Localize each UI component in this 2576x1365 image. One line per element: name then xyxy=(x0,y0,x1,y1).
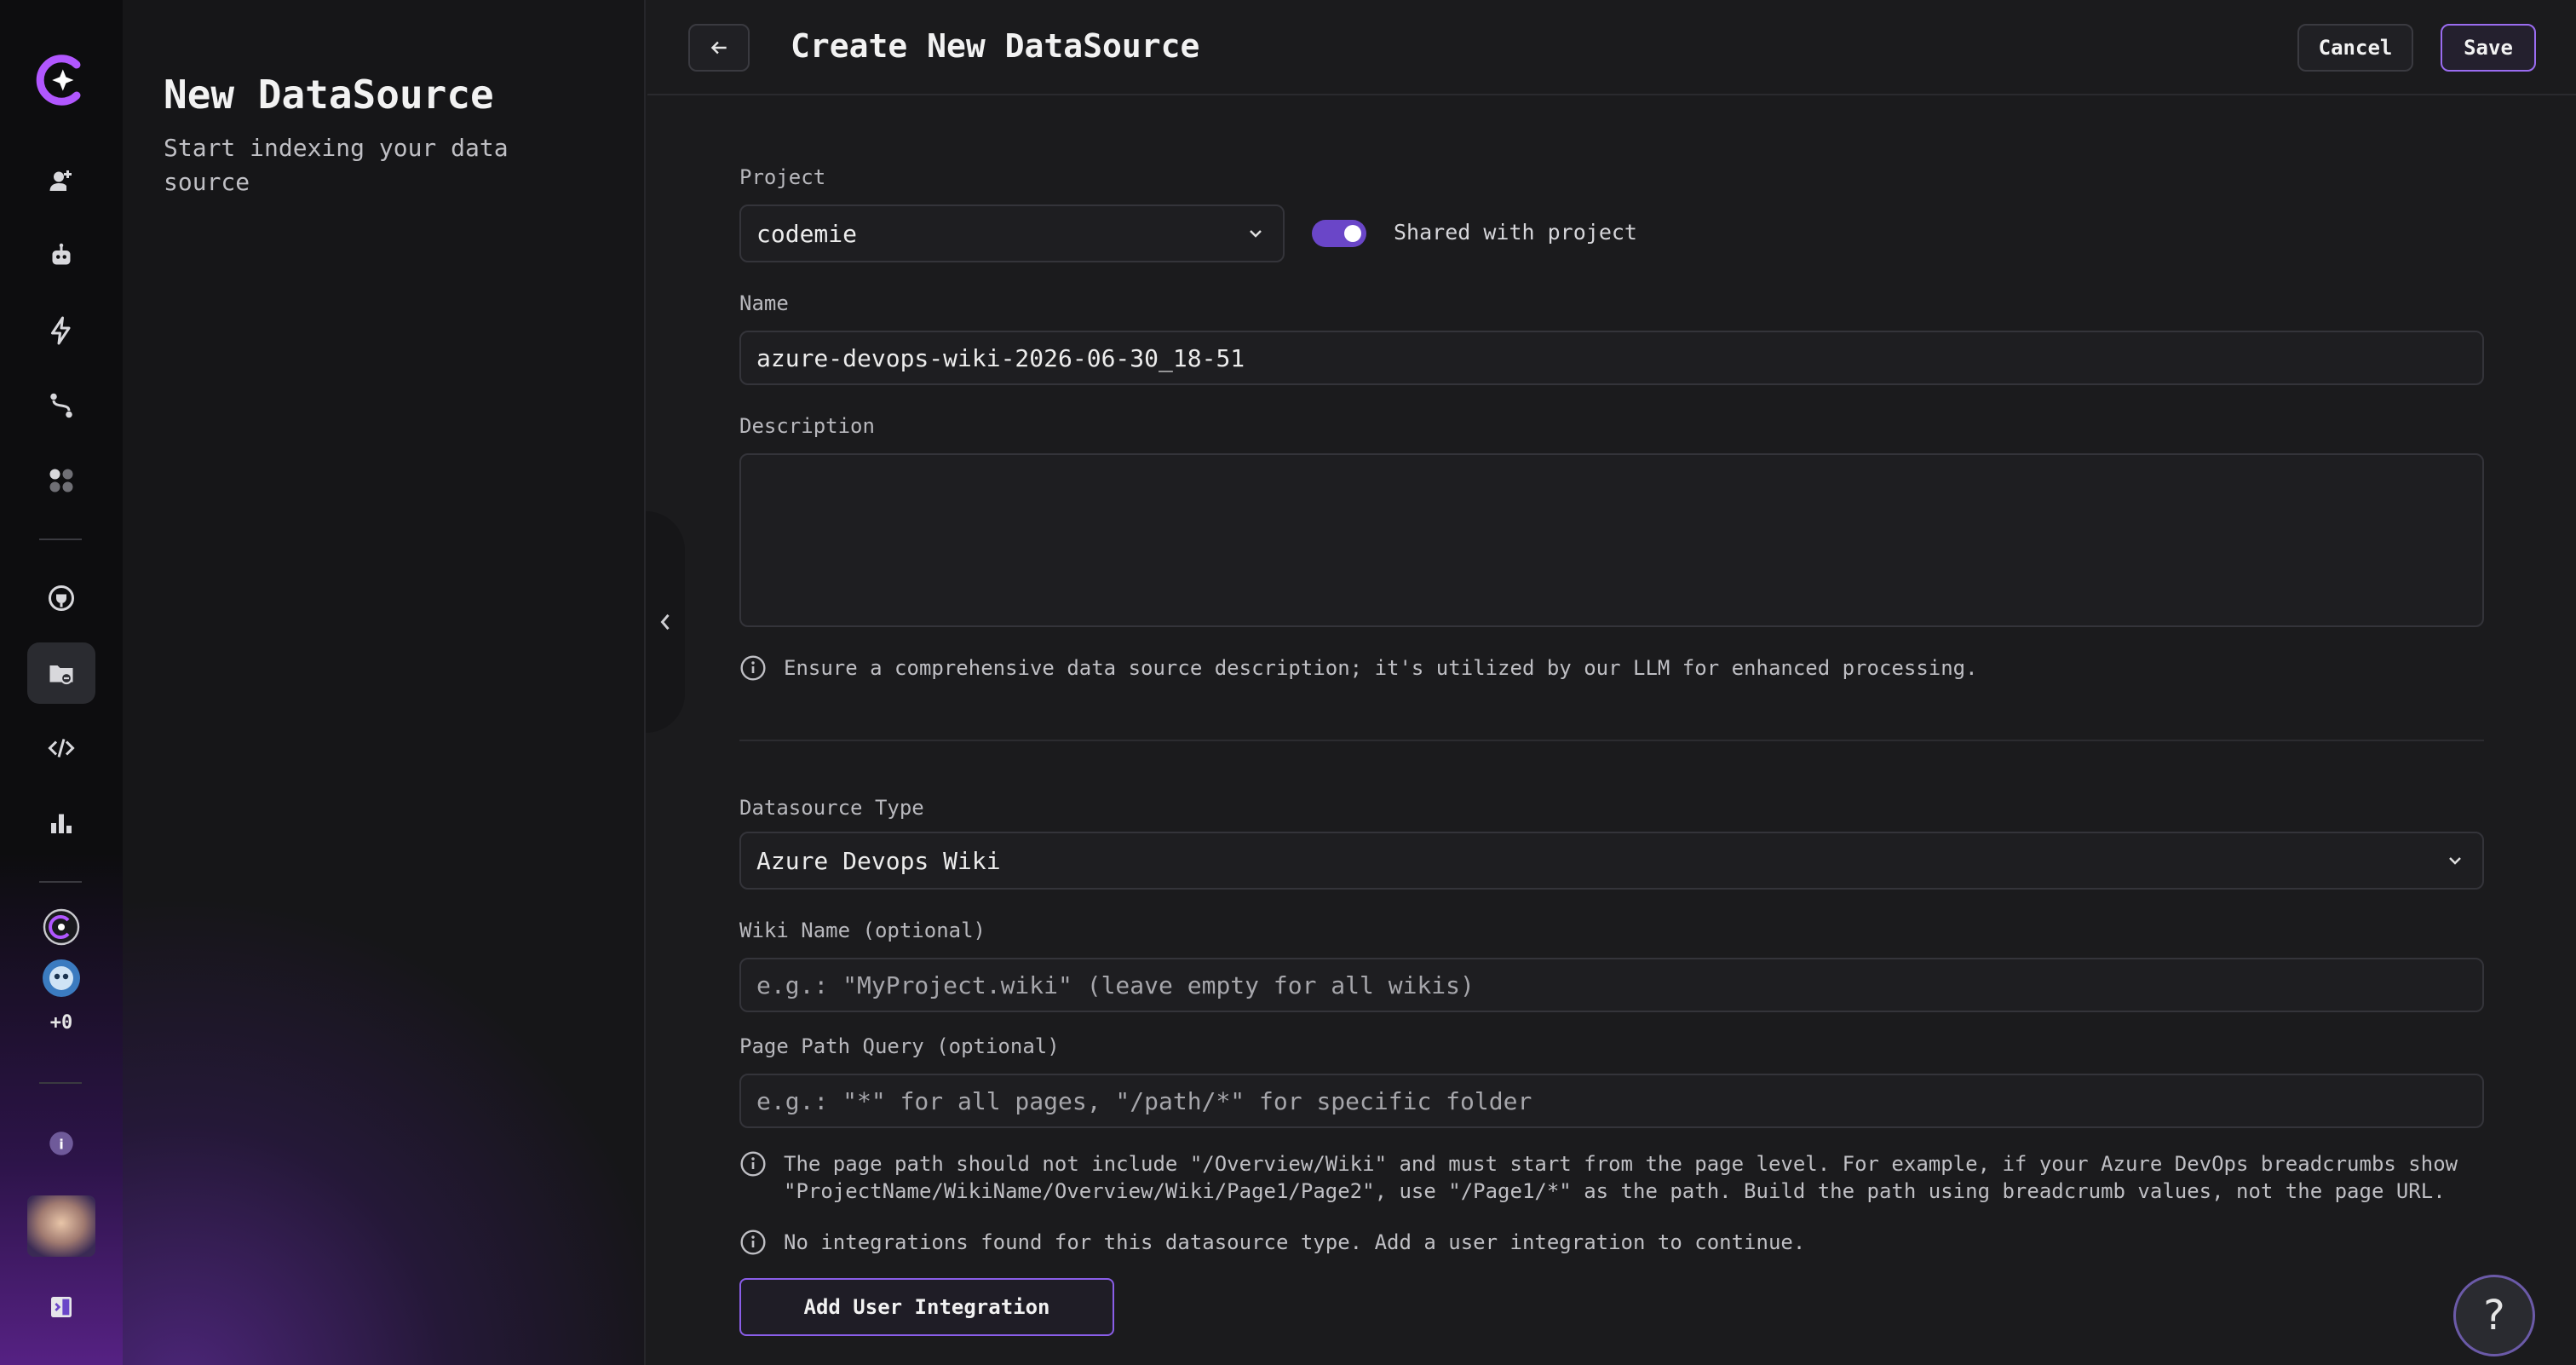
rail-divider xyxy=(39,881,82,883)
chevron-down-icon xyxy=(1250,230,1262,238)
rail-collapse[interactable] xyxy=(27,1276,95,1338)
info-icon xyxy=(740,1151,766,1177)
wiki-name-placeholder: e.g.: "MyProject.wiki" (leave empty for … xyxy=(756,970,1475,999)
rail-agents[interactable] xyxy=(27,225,95,286)
rail-code[interactable] xyxy=(27,717,95,779)
panel-subtitle: Start indexing your data source xyxy=(164,134,509,196)
workspace-count: +0 xyxy=(49,1012,73,1034)
rail-datasources[interactable] xyxy=(27,642,95,704)
analytics-icon xyxy=(51,814,72,833)
rail-workspace-avatar[interactable] xyxy=(27,947,95,1009)
rail-integrations[interactable] xyxy=(27,567,95,629)
name-label: Name xyxy=(739,291,789,315)
description-hint-text: Ensure a comprehensive data source descr… xyxy=(784,656,1978,680)
panel-title: New DataSource xyxy=(164,72,494,118)
chevron-down-icon xyxy=(2449,857,2461,865)
integration-notice-text: No integrations found for this datasourc… xyxy=(784,1230,1806,1254)
project-select-value: codemie xyxy=(756,219,858,248)
avatar-image-icon xyxy=(27,1195,95,1257)
codemie-logo[interactable] xyxy=(27,49,95,111)
page-path-placeholder: e.g.: "*" for all pages, "/path/*" for s… xyxy=(756,1086,1532,1115)
page-path-input[interactable]: e.g.: "*" for all pages, "/path/*" for s… xyxy=(739,1074,2484,1128)
section-divider xyxy=(739,740,2484,741)
user-avatar[interactable] xyxy=(27,1191,95,1261)
svg-text:i: i xyxy=(59,1136,64,1152)
panel-collapse-button[interactable] xyxy=(646,511,685,733)
page-path-hint-line1: The page path should not include "/Overv… xyxy=(784,1152,2458,1176)
shared-with-project-label: Shared with project xyxy=(1394,220,1637,245)
shared-with-project-toggle[interactable] xyxy=(1312,220,1366,247)
page-path-hint-line2: "ProjectName/WikiName/Overview/Wiki/Page… xyxy=(784,1179,2446,1203)
project-select[interactable]: codemie xyxy=(739,204,1285,262)
rail-apps[interactable] xyxy=(27,450,95,511)
cancel-button[interactable]: Cancel xyxy=(2297,24,2413,72)
help-icon: ? xyxy=(2483,1292,2505,1339)
datasource-type-select[interactable]: Azure Devops Wiki xyxy=(739,832,2484,890)
description-hint: Ensure a comprehensive data source descr… xyxy=(739,654,1978,682)
integration-icon xyxy=(49,585,74,611)
toggle-knob xyxy=(1344,225,1361,242)
side-panel: New DataSource Start indexing your data … xyxy=(123,0,646,1365)
workflow-icon xyxy=(50,393,72,418)
description-label: Description xyxy=(739,414,875,438)
add-user-integration-button[interactable]: Add User Integration xyxy=(739,1278,1114,1336)
datasource-type-label: Datasource Type xyxy=(739,796,924,820)
name-input-value: azure-devops-wiki-2026-06-30_18-51 xyxy=(756,343,1245,372)
page-path-hint: The page path should not include "/Overv… xyxy=(739,1150,2458,1205)
page-header: Create New DataSource Cancel Save xyxy=(647,0,2576,95)
code-icon xyxy=(48,739,75,757)
info-badge-icon: i xyxy=(49,1132,73,1155)
codemie-workspace-icon xyxy=(43,908,80,946)
arrow-left-icon xyxy=(710,41,727,55)
back-button[interactable] xyxy=(688,24,750,72)
page-title: Create New DataSource xyxy=(791,27,1200,65)
rail-workflows[interactable] xyxy=(27,375,95,436)
bot-avatar-icon xyxy=(43,959,80,997)
app-rail: +0 i xyxy=(0,0,123,1365)
wiki-name-input[interactable]: e.g.: "MyProject.wiki" (leave empty for … xyxy=(739,958,2484,1012)
integration-notice: No integrations found for this datasourc… xyxy=(739,1229,1805,1256)
rail-analytics[interactable] xyxy=(27,792,95,854)
name-input[interactable]: azure-devops-wiki-2026-06-30_18-51 xyxy=(739,331,2484,385)
rail-actions[interactable] xyxy=(27,300,95,361)
project-label: Project xyxy=(739,165,826,189)
info-icon xyxy=(740,655,766,681)
rail-divider xyxy=(39,539,82,540)
apps-grid-icon xyxy=(49,469,73,492)
save-button[interactable]: Save xyxy=(2441,24,2536,72)
chevron-left-icon xyxy=(660,613,670,631)
robot-icon xyxy=(52,243,71,265)
sidebar-toggle-icon xyxy=(51,1297,72,1317)
page-path-label: Page Path Query (optional) xyxy=(739,1034,1060,1058)
datasource-type-value: Azure Devops Wiki xyxy=(756,846,1001,875)
description-textarea[interactable] xyxy=(739,453,2484,627)
help-button[interactable]: ? xyxy=(2453,1275,2535,1356)
rail-divider xyxy=(39,1082,82,1084)
assistant-add-icon xyxy=(49,170,72,191)
lightning-icon xyxy=(51,316,71,345)
rail-assistants[interactable] xyxy=(27,150,95,211)
info-icon xyxy=(740,1230,766,1255)
folder-datasource-icon xyxy=(49,665,73,685)
logo-icon xyxy=(36,55,81,106)
wiki-name-label: Wiki Name (optional) xyxy=(739,919,986,942)
rail-info[interactable]: i xyxy=(27,1113,95,1174)
